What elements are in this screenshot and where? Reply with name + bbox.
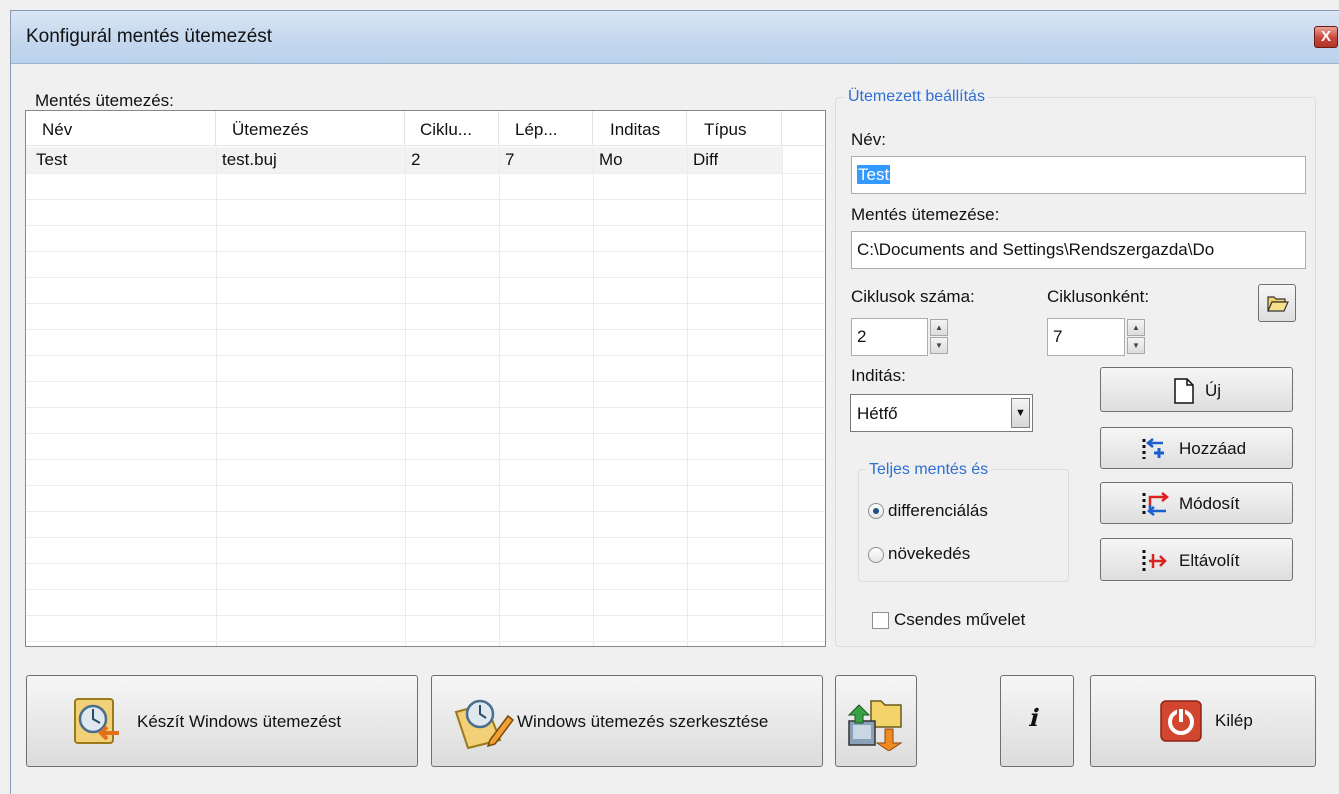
power-icon	[1160, 700, 1202, 742]
folder-transfer-icon	[847, 700, 903, 751]
column-header-type[interactable]: Típus	[687, 111, 782, 146]
add-button[interactable]: Hozzáad	[1100, 427, 1293, 469]
list-header: Név Ütemezés Ciklu... Lép... Inditas Típ…	[26, 111, 825, 146]
modify-button[interactable]: Módosít	[1100, 482, 1293, 524]
grid-line	[26, 407, 825, 408]
start-day-select[interactable]: Hétfő ▼	[850, 394, 1033, 432]
full-backup-group	[858, 469, 1069, 582]
folder-open-icon	[1267, 296, 1289, 312]
grid-line	[26, 433, 825, 434]
window-title: Konfigurál mentés ütemezést	[26, 26, 273, 47]
modify-icon	[1142, 492, 1170, 516]
column-header-schedule[interactable]: Ütemezés	[216, 111, 405, 146]
remove-button[interactable]: Eltávolít	[1100, 538, 1293, 581]
spin-up-icon[interactable]: ▲	[930, 319, 948, 336]
grid-line	[593, 147, 594, 646]
grid-line	[26, 511, 825, 512]
per-cycle-spinner[interactable]: ▲ ▼	[1127, 319, 1145, 355]
schedule-list[interactable]: Név Ütemezés Ciklu... Lép... Inditas Típ…	[25, 110, 826, 647]
grid-line	[216, 147, 217, 646]
export-button[interactable]	[835, 675, 917, 767]
chevron-down-icon[interactable]: ▼	[1011, 398, 1030, 428]
column-header-start[interactable]: Inditas	[593, 111, 687, 146]
row-start: Mo	[599, 150, 623, 169]
browse-folder-button[interactable]	[1258, 284, 1296, 322]
grid-line	[26, 277, 825, 278]
grid-line	[26, 563, 825, 564]
quiet-operation-checkbox[interactable]	[872, 612, 889, 629]
cycles-field[interactable]: 2	[851, 318, 928, 356]
edit-windows-task-label: Windows ütemezés szerkesztése	[517, 712, 769, 731]
grid-line	[26, 589, 825, 590]
row-name: Test	[36, 150, 68, 169]
table-row[interactable]: Test test.buj 2 7 Mo Diff	[26, 147, 782, 173]
info-icon: ℹ	[1028, 704, 1038, 732]
full-backup-title: Teljes mentés és	[866, 461, 992, 479]
cycles-spinner[interactable]: ▲ ▼	[930, 319, 948, 355]
add-icon	[1142, 438, 1164, 459]
edit-windows-task-button[interactable]: Windows ütemezés szerkesztése	[431, 675, 823, 767]
per-cycle-label: Ciklusonként:	[1047, 287, 1150, 306]
per-cycle-field[interactable]: 7	[1047, 318, 1125, 356]
radio-differential[interactable]	[868, 503, 884, 519]
row-type: Diff	[693, 150, 719, 169]
edit-schedule-icon	[454, 699, 514, 750]
column-header-cycles[interactable]: Ciklu...	[405, 111, 499, 146]
remove-button-label: Eltávolít	[1179, 551, 1240, 570]
new-button-label: Új	[1205, 381, 1222, 400]
schedule-file-label: Mentés ütemezése:	[851, 205, 1000, 224]
grid-line	[26, 303, 825, 304]
schedule-list-label: Mentés ütemezés:	[35, 91, 174, 110]
radio-incremental-label[interactable]: növekedés	[888, 544, 970, 564]
grid-line	[26, 173, 825, 174]
start-label: Inditás:	[851, 366, 906, 385]
title-bar[interactable]: Konfigurál mentés ütemezést X	[11, 11, 1339, 64]
spin-up-icon[interactable]: ▲	[1127, 319, 1145, 336]
column-header-name[interactable]: Név	[26, 111, 216, 146]
name-label: Név:	[851, 130, 886, 149]
exit-button-label: Kilép	[1215, 711, 1253, 730]
new-document-icon	[1174, 378, 1194, 404]
modify-button-label: Módosít	[1179, 494, 1240, 513]
radio-incremental[interactable]	[868, 547, 884, 563]
grid-line	[687, 147, 688, 646]
grid-line	[26, 615, 825, 616]
settings-group-title: Ütemezett beállítás	[845, 88, 988, 106]
grid-line	[26, 381, 825, 382]
row-cycles: 2	[411, 150, 421, 169]
start-day-value: Hétfő	[857, 404, 898, 423]
create-windows-task-label: Készít Windows ütemezést	[137, 712, 342, 731]
about-button[interactable]: ℹ	[1000, 675, 1074, 767]
schedule-file-field[interactable]: C:\Documents and Settings\Rendszergazda\…	[851, 231, 1306, 269]
spin-down-icon[interactable]: ▼	[1127, 337, 1145, 354]
close-button[interactable]: X	[1314, 26, 1338, 48]
remove-icon	[1142, 550, 1167, 572]
add-button-label: Hozzáad	[1179, 439, 1247, 458]
spin-down-icon[interactable]: ▼	[930, 337, 948, 354]
row-steps: 7	[505, 150, 515, 169]
grid-line	[26, 355, 825, 356]
grid-line	[499, 147, 500, 646]
column-header-steps[interactable]: Lép...	[499, 111, 593, 146]
grid-line	[405, 147, 406, 646]
create-windows-task-button[interactable]: Készít Windows ütemezést	[26, 675, 418, 767]
quiet-operation-label[interactable]: Csendes művelet	[894, 610, 1025, 630]
exit-button[interactable]: Kilép	[1090, 675, 1316, 767]
name-value: Test	[857, 165, 891, 184]
grid-line	[26, 641, 825, 642]
grid-line	[26, 485, 825, 486]
grid-line	[26, 199, 825, 200]
grid-line	[26, 329, 825, 330]
name-field[interactable]: Test	[851, 156, 1306, 194]
scheduled-task-icon	[74, 698, 119, 744]
grid-line	[26, 251, 825, 252]
cycles-label: Ciklusok száma:	[851, 287, 975, 306]
grid-line	[26, 459, 825, 460]
grid-line	[26, 537, 825, 538]
new-button[interactable]: Új	[1100, 367, 1293, 412]
row-schedule: test.buj	[222, 150, 277, 169]
grid-line	[26, 225, 825, 226]
radio-differential-label[interactable]: differenciálás	[888, 501, 988, 521]
grid-line	[782, 147, 783, 646]
